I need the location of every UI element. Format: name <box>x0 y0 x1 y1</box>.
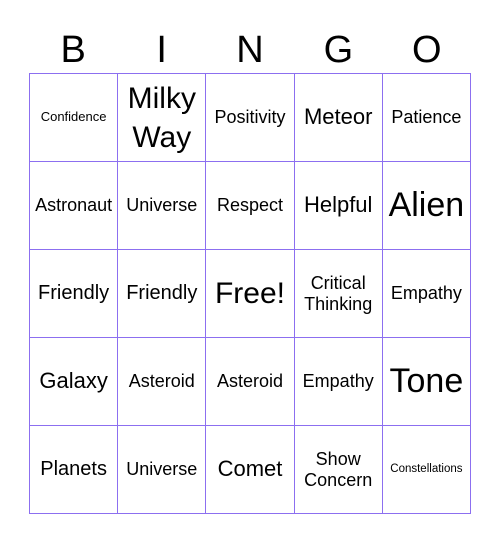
header-letter-i: I <box>156 29 167 71</box>
bingo-cell[interactable]: Respect <box>206 162 295 250</box>
header-letter-o: O <box>412 29 442 71</box>
free-space-cell[interactable]: Free! <box>206 250 295 338</box>
bingo-cell[interactable]: Confidence <box>30 74 119 162</box>
bingo-cell[interactable]: Asteroid <box>118 338 207 426</box>
bingo-cell[interactable]: Empathy <box>382 250 471 338</box>
bingo-cell[interactable]: Empathy <box>294 338 383 426</box>
header-letter-g: G <box>323 29 354 71</box>
bingo-cell[interactable]: Critical Thinking <box>294 250 383 338</box>
bingo-cell[interactable]: Constellations <box>382 426 471 514</box>
bingo-cell[interactable]: Friendly <box>30 250 119 338</box>
header-letter-n: N <box>236 29 264 71</box>
bingo-cell[interactable]: Planets <box>30 426 119 514</box>
bingo-cell[interactable]: Asteroid <box>206 338 295 426</box>
header-letter-b: B <box>60 29 86 71</box>
bingo-cell[interactable]: Friendly <box>118 250 207 338</box>
bingo-cell[interactable]: Positivity <box>206 74 295 162</box>
bingo-cell[interactable]: Meteor <box>294 74 383 162</box>
bingo-cell[interactable]: Alien <box>382 162 471 250</box>
bingo-cell[interactable]: Tone <box>382 338 471 426</box>
bingo-cell[interactable]: Universe <box>118 426 207 514</box>
bingo-cell[interactable]: Universe <box>118 162 207 250</box>
bingo-cell[interactable]: Patience <box>382 74 471 162</box>
bingo-cell[interactable]: Milky Way <box>118 74 207 162</box>
bingo-cell[interactable]: Comet <box>206 426 295 514</box>
bingo-cell[interactable]: Show Concern <box>294 426 383 514</box>
bingo-card-grid: Confidence Milky Way Positivity Meteor P… <box>29 73 471 514</box>
bingo-cell[interactable]: Helpful <box>294 162 383 250</box>
bingo-cell[interactable]: Galaxy <box>30 338 119 426</box>
bingo-cell[interactable]: Astronaut <box>30 162 119 250</box>
bingo-header: B I N G O <box>29 28 471 73</box>
